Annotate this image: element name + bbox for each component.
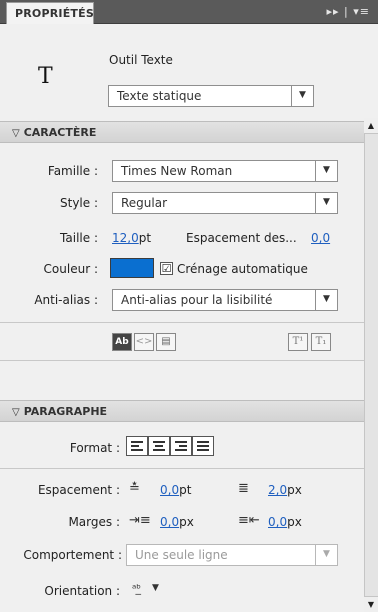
- right-margin-value[interactable]: 0,0: [268, 515, 287, 529]
- superscript-icon[interactable]: T¹: [288, 333, 308, 351]
- align-justify-icon[interactable]: [192, 436, 214, 456]
- divider: [0, 360, 364, 361]
- left-margin-icon: ⇥≡: [129, 513, 151, 528]
- size-label: Taille :: [60, 231, 98, 245]
- kerning-label: Crénage automatique: [177, 262, 308, 276]
- divider: [0, 468, 364, 469]
- collapse-icon: ▽: [12, 407, 20, 418]
- show-border-icon[interactable]: ▤: [156, 333, 176, 351]
- panel-menu-icon[interactable]: ▸▸ | ▾≡: [327, 5, 370, 18]
- section-character-header[interactable]: ▽ CARACTÈRE: [0, 121, 364, 143]
- indent-icon: ≛: [129, 481, 140, 496]
- tab-properties[interactable]: PROPRIÉTÉS: [6, 2, 94, 24]
- font-size-value[interactable]: 12,0: [112, 231, 139, 245]
- line-spacing-icon: ≣: [238, 481, 249, 496]
- tool-name: Outil Texte: [109, 53, 173, 67]
- color-label: Couleur :: [43, 262, 98, 276]
- behavior-value: Une seule ligne: [135, 548, 228, 562]
- chevron-down-icon: ▼: [291, 86, 313, 106]
- right-margin-unit: px: [287, 515, 302, 529]
- divider: [0, 322, 364, 323]
- scrollbar[interactable]: [364, 118, 378, 612]
- paragraph-spacing-label: Espacement :: [37, 483, 120, 497]
- text-orientation-icon[interactable]: ᵃᵇ̲: [132, 582, 141, 595]
- text-type-dropdown[interactable]: Texte statique ▼: [108, 85, 314, 107]
- right-margin-field[interactable]: 0,0px: [268, 515, 302, 529]
- font-style-dropdown[interactable]: Regular ▼: [112, 192, 338, 214]
- margins-label: Marges :: [68, 515, 120, 529]
- font-size-unit: pt: [138, 231, 152, 245]
- text-tool-icon: T: [38, 64, 53, 89]
- behavior-label: Comportement :: [23, 548, 122, 562]
- letter-spacing-value[interactable]: 0,0: [311, 231, 330, 245]
- indent-unit: pt: [179, 483, 192, 497]
- section-character-title: CARACTÈRE: [23, 126, 97, 139]
- left-margin-value[interactable]: 0,0: [160, 515, 179, 529]
- text-type-value: Texte statique: [117, 89, 202, 103]
- indent-field[interactable]: 0,0pt: [160, 483, 191, 497]
- chevron-down-icon: ▼: [315, 290, 337, 310]
- line-spacing-unit: px: [287, 483, 302, 497]
- line-spacing-value[interactable]: 2,0: [268, 483, 287, 497]
- font-style-value: Regular: [121, 196, 168, 210]
- right-margin-icon: ≡⇤: [238, 513, 260, 528]
- scroll-up-icon[interactable]: ▲: [364, 118, 378, 134]
- section-paragraph-header[interactable]: ▽ PARAGRAPHE: [0, 400, 364, 422]
- letter-spacing-label: Espacement des...: [186, 231, 297, 245]
- align-right-icon[interactable]: [170, 436, 192, 456]
- collapse-icon: ▽: [12, 128, 20, 139]
- font-family-value: Times New Roman: [121, 164, 233, 178]
- chevron-down-icon: ▼: [315, 545, 337, 565]
- align-center-icon[interactable]: [148, 436, 170, 456]
- alignment-group: [126, 436, 214, 458]
- align-left-icon[interactable]: [126, 436, 148, 456]
- font-family-dropdown[interactable]: Times New Roman ▼: [112, 160, 338, 182]
- scroll-down-icon[interactable]: ▼: [364, 596, 378, 612]
- format-label: Format :: [69, 441, 120, 455]
- font-size-field[interactable]: 12,0pt: [112, 231, 151, 245]
- indent-value[interactable]: 0,0: [160, 483, 179, 497]
- style-label: Style :: [60, 196, 98, 210]
- chevron-down-icon: ▼: [315, 161, 337, 181]
- render-html-icon[interactable]: <>: [134, 333, 154, 351]
- antialias-value: Anti-alias pour la lisibilité: [121, 293, 273, 307]
- left-margin-unit: px: [179, 515, 194, 529]
- subscript-icon[interactable]: T₁: [311, 333, 331, 351]
- behavior-dropdown[interactable]: Une seule ligne ▼: [126, 544, 338, 566]
- section-paragraph-title: PARAGRAPHE: [23, 405, 108, 418]
- orientation-dropdown-icon[interactable]: ▼: [152, 583, 159, 593]
- line-spacing-field[interactable]: 2,0px: [268, 483, 302, 497]
- orientation-label: Orientation :: [44, 584, 120, 598]
- kerning-checkbox[interactable]: ☑: [160, 262, 173, 275]
- family-label: Famille :: [47, 164, 98, 178]
- antialias-label: Anti-alias :: [34, 293, 98, 307]
- selectable-text-icon[interactable]: Ab: [112, 333, 132, 351]
- left-margin-field[interactable]: 0,0px: [160, 515, 194, 529]
- antialias-dropdown[interactable]: Anti-alias pour la lisibilité ▼: [112, 289, 338, 311]
- text-color-swatch[interactable]: [110, 258, 154, 278]
- chevron-down-icon: ▼: [315, 193, 337, 213]
